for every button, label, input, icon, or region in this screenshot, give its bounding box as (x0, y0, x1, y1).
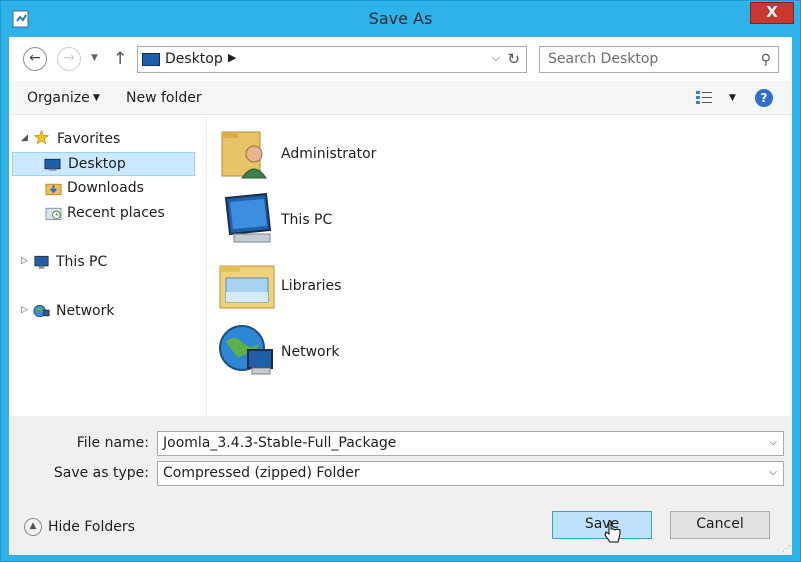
expand-toggle-icon[interactable]: ◢ (21, 133, 28, 143)
recent-places-icon (45, 207, 62, 221)
search-box[interactable]: ⚲ (539, 46, 779, 73)
search-icon[interactable]: ⚲ (761, 52, 771, 68)
dialog-body: ← → ▼ ↑ Desktop ▶ ⌵ ↻ ⚲ Organize ▼ New f… (9, 37, 792, 555)
view-options-icon[interactable] (695, 90, 713, 106)
network-icon (33, 304, 50, 318)
refresh-button[interactable]: ↻ (507, 50, 520, 68)
tree-item-label: Network (56, 303, 115, 319)
collapse-up-icon[interactable]: ▲ (24, 518, 42, 536)
breadcrumb-arrow-icon[interactable]: ▶ (228, 51, 236, 64)
mouse-pointer-icon (604, 520, 621, 543)
save-as-type-select[interactable]: Compressed (zipped) Folder ⌵ (157, 461, 784, 486)
file-item-label: Network (281, 344, 340, 360)
file-item-libraries[interactable]: Libraries (218, 256, 478, 316)
star-icon (33, 130, 50, 145)
save-as-type-label: Save as type: (53, 465, 149, 481)
downloads-folder-icon (45, 183, 62, 196)
libraries-icon (219, 265, 275, 309)
file-name-label: File name: (76, 435, 149, 451)
view-options-caret-icon[interactable]: ▼ (729, 93, 736, 103)
file-item-administrator[interactable]: Administrator (218, 124, 478, 184)
tree-item-downloads[interactable]: Downloads (9, 177, 195, 201)
save-options-panel: File name: Joomla_3.4.3-Stable-Full_Pack… (9, 416, 792, 555)
organize-caret-icon[interactable]: ▼ (93, 93, 100, 103)
file-item-this-pc[interactable]: This PC (218, 190, 478, 250)
collapse-toggle-icon[interactable]: ▷ (21, 305, 28, 315)
up-one-level-button[interactable]: ↑ (113, 49, 127, 69)
file-item-label: This PC (281, 212, 333, 228)
file-name-value[interactable]: Joomla_3.4.3-Stable-Full_Package (163, 435, 396, 451)
hide-folders-label[interactable]: Hide Folders (48, 519, 135, 535)
title-bar[interactable]: Save As X (1, 1, 800, 37)
tree-item-recent-places[interactable]: Recent places (9, 202, 195, 226)
tree-item-label: This PC (56, 254, 108, 270)
navigation-bar: ← → ▼ ↑ Desktop ▶ ⌵ ↻ ⚲ (9, 37, 792, 81)
file-item-label: Libraries (281, 278, 342, 294)
chevron-down-icon[interactable]: ⌵ (769, 437, 777, 448)
desktop-icon (44, 158, 61, 171)
back-button[interactable]: ← (23, 47, 47, 71)
address-bar[interactable]: Desktop ▶ ⌵ ↻ (137, 46, 527, 73)
tree-item-network[interactable]: ▷ Network (9, 300, 195, 324)
collapse-toggle-icon[interactable]: ▷ (21, 256, 28, 266)
user-folder-icon (221, 131, 267, 179)
search-input[interactable] (548, 51, 748, 67)
tree-item-this-pc[interactable]: ▷ This PC (9, 251, 195, 275)
address-location[interactable]: Desktop (165, 51, 223, 67)
network-globe-icon (219, 325, 273, 375)
tree-item-label: Favorites (57, 131, 121, 147)
help-icon[interactable]: ? (755, 89, 773, 107)
tree-item-label: Recent places (67, 205, 165, 221)
file-item-label: Administrator (281, 146, 377, 162)
computer-icon (224, 192, 272, 243)
computer-icon (34, 255, 49, 269)
recent-locations-dropdown[interactable]: ▼ (91, 53, 98, 63)
desktop-icon (142, 53, 160, 66)
file-item-network[interactable]: Network (218, 322, 478, 382)
close-button[interactable]: X (750, 2, 794, 24)
dialog-title: Save As (368, 9, 433, 28)
resize-grip-icon[interactable]: ⋰ (782, 544, 790, 553)
file-list: Administrator This PC Libraries Network (208, 116, 792, 416)
new-folder-button[interactable]: New folder (126, 90, 202, 106)
organize-button[interactable]: Organize (27, 90, 90, 106)
tree-item-desktop[interactable]: Desktop (12, 152, 195, 176)
tree-item-favorites[interactable]: ◢ Favorites (9, 128, 195, 152)
forward-button[interactable]: → (57, 47, 81, 71)
file-name-field[interactable]: Joomla_3.4.3-Stable-Full_Package ⌵ (157, 431, 784, 456)
save-as-type-value[interactable]: Compressed (zipped) Folder (163, 465, 360, 481)
save-as-dialog: Save As X ← → ▼ ↑ Desktop ▶ ⌵ ↻ ⚲ Organi… (0, 0, 801, 562)
save-button[interactable]: Save (552, 511, 652, 539)
address-dropdown-button[interactable]: ⌵ (492, 51, 500, 65)
command-bar: Organize ▼ New folder ▼ ? (9, 81, 792, 115)
navigation-pane: ◢ Favorites Desktop Downloads Recent pla… (9, 116, 207, 416)
tree-item-label: Downloads (67, 180, 144, 196)
chevron-down-icon[interactable]: ⌵ (769, 467, 777, 478)
tree-item-label: Desktop (68, 156, 126, 172)
cancel-button[interactable]: Cancel (670, 511, 770, 539)
